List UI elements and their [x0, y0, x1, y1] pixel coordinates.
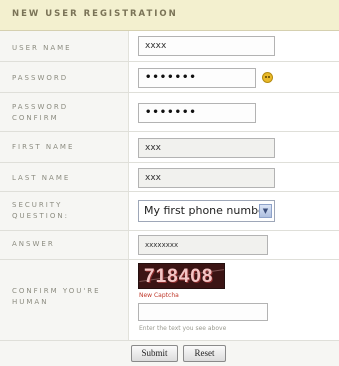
button-bar: Submit Reset — [0, 340, 339, 366]
form-header: NEW USER REGISTRATION — [0, 0, 339, 31]
row-captcha: CONFIRM YOU'RE HUMAN 718408 New Captcha … — [0, 260, 339, 340]
row-password: PASSWORD ••••••• — [0, 62, 339, 93]
captcha-hint: Enter the text you see above — [139, 325, 227, 332]
security-question-value: My first phone number — [144, 204, 270, 217]
captcha-input[interactable] — [138, 303, 268, 321]
password-field[interactable]: ••••••• — [138, 68, 256, 88]
row-security-question: SECURITY QUESTION: My first phone number… — [0, 192, 339, 231]
chevron-down-icon[interactable]: ▼ — [259, 204, 272, 218]
captcha-code: 718408 — [144, 266, 214, 287]
row-password-confirm: PASSWORD CONFIRM ••••••• — [0, 93, 339, 132]
form-title: NEW USER REGISTRATION — [12, 9, 178, 19]
password-label: PASSWORD — [12, 74, 69, 82]
first-name-label: FIRST NAME — [12, 143, 75, 151]
row-username: USER NAME xxxx — [0, 31, 339, 62]
password-confirm-field[interactable]: ••••••• — [138, 103, 256, 123]
username-field[interactable]: xxxx — [138, 36, 275, 56]
row-first-name: FIRST NAME xxx — [0, 132, 339, 163]
submit-button[interactable]: Submit — [131, 345, 178, 362]
row-answer: ANSWER xxxxxxxx — [0, 231, 339, 260]
last-name-field[interactable]: xxx — [138, 168, 275, 188]
answer-label: ANSWER — [12, 240, 55, 248]
last-name-label: LAST NAME — [12, 174, 71, 182]
captcha-image: 718408 — [138, 263, 225, 289]
password-confirm-label: PASSWORD CONFIRM — [12, 103, 69, 122]
first-name-field[interactable]: xxx — [138, 138, 275, 158]
registration-form: NEW USER REGISTRATION USER NAME xxxx PAS… — [0, 0, 339, 366]
security-question-select[interactable]: My first phone number ▼ — [138, 200, 275, 222]
answer-field[interactable]: xxxxxxxx — [138, 235, 268, 255]
row-last-name: LAST NAME xxx — [0, 163, 339, 192]
security-question-label: SECURITY QUESTION: — [12, 201, 69, 220]
reset-button[interactable]: Reset — [183, 345, 226, 362]
username-label: USER NAME — [12, 44, 72, 52]
captcha-label: CONFIRM YOU'RE HUMAN — [12, 287, 101, 306]
new-captcha-link[interactable]: New Captcha — [139, 292, 179, 299]
smiley-icon — [262, 72, 273, 83]
